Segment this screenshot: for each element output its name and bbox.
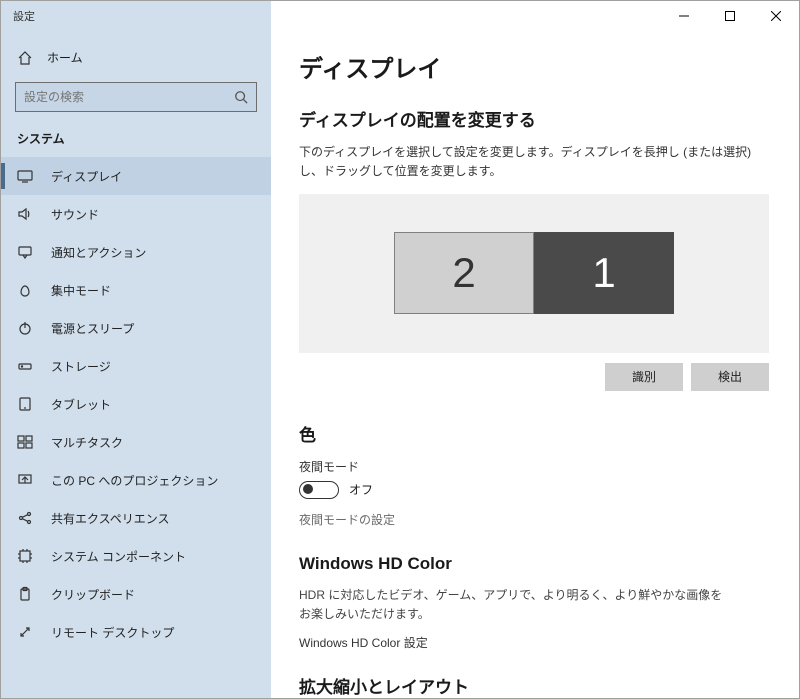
power-icon xyxy=(17,320,33,336)
projection-icon xyxy=(17,472,33,488)
multitask-icon xyxy=(17,434,33,450)
sidebar-item-label: この PC へのプロジェクション xyxy=(51,472,218,489)
sidebar-item-label: ディスプレイ xyxy=(51,168,122,185)
sidebar-item-label: 共有エクスペリエンス xyxy=(51,510,170,527)
sidebar-item-label: マルチタスク xyxy=(51,434,123,451)
window-title: 設定 xyxy=(1,1,271,31)
hdcolor-title: Windows HD Color xyxy=(299,554,769,574)
search-input-container[interactable] xyxy=(15,82,257,112)
display-arrangement-area[interactable]: 21 xyxy=(299,194,769,352)
monitor-2[interactable]: 2 xyxy=(394,232,534,314)
night-mode-toggle[interactable] xyxy=(299,481,339,499)
sidebar-item-shared[interactable]: 共有エクスペリエンス xyxy=(1,499,271,537)
detect-button[interactable]: 検出 xyxy=(691,363,769,391)
display-icon xyxy=(17,168,33,184)
maximize-button[interactable] xyxy=(707,1,753,31)
color-section-title: 色 xyxy=(299,421,769,446)
sidebar-item-label: システム コンポーネント xyxy=(51,548,186,565)
sidebar-item-power[interactable]: 電源とスリープ xyxy=(1,309,271,347)
components-icon xyxy=(17,548,33,564)
night-mode-settings-link[interactable]: 夜間モードの設定 xyxy=(299,511,769,528)
tablet-icon xyxy=(17,396,33,412)
minimize-button[interactable] xyxy=(661,1,707,31)
monitor-1[interactable]: 1 xyxy=(534,232,674,314)
storage-icon xyxy=(17,358,33,374)
sidebar-item-clipboard[interactable]: クリップボード xyxy=(1,575,271,613)
sidebar-item-sound[interactable]: サウンド xyxy=(1,195,271,233)
hdcolor-desc: HDR に対応したビデオ、ゲーム、アプリで、より明るく、より鮮やかな画像をお楽し… xyxy=(299,586,729,624)
sidebar-item-multitask[interactable]: マルチタスク xyxy=(1,423,271,461)
search-input[interactable] xyxy=(24,90,234,104)
sidebar-item-label: ストレージ xyxy=(51,358,111,375)
main-content: ディスプレイ ディスプレイの配置を変更する 下のディスプレイを選択して設定を変更… xyxy=(271,31,799,698)
night-mode-label: 夜間モード xyxy=(299,458,769,475)
sidebar-item-notifications[interactable]: 通知とアクション xyxy=(1,233,271,271)
sidebar-item-focus[interactable]: 集中モード xyxy=(1,271,271,309)
clipboard-icon xyxy=(17,586,33,602)
sidebar-item-components[interactable]: システム コンポーネント xyxy=(1,537,271,575)
shared-icon xyxy=(17,510,33,526)
home-button[interactable]: ホーム xyxy=(1,41,271,74)
hdcolor-settings-link[interactable]: Windows HD Color 設定 xyxy=(299,634,769,651)
arrangement-desc: 下のディスプレイを選択して設定を変更します。ディスプレイを長押し (または選択)… xyxy=(299,143,759,180)
night-mode-state: オフ xyxy=(349,481,373,498)
sidebar-item-remote[interactable]: リモート デスクトップ xyxy=(1,613,271,651)
scale-section-title: 拡大縮小とレイアウト xyxy=(299,673,769,698)
identify-button[interactable]: 識別 xyxy=(605,363,683,391)
notifications-icon xyxy=(17,244,33,260)
sidebar-item-label: サウンド xyxy=(51,206,99,223)
sidebar-item-storage[interactable]: ストレージ xyxy=(1,347,271,385)
page-title: ディスプレイ xyxy=(299,49,769,84)
sidebar-item-label: タブレット xyxy=(51,396,111,413)
home-icon xyxy=(17,50,33,66)
sidebar-item-display[interactable]: ディスプレイ xyxy=(1,157,271,195)
sidebar-item-tablet[interactable]: タブレット xyxy=(1,385,271,423)
focus-icon xyxy=(17,282,33,298)
sidebar: ホーム システム ディスプレイサウンド通知とアクション集中モード電源とスリープス… xyxy=(1,31,271,698)
home-label: ホーム xyxy=(47,49,83,66)
remote-icon xyxy=(17,624,33,640)
sidebar-group-label: システム xyxy=(1,124,271,157)
sidebar-item-projection[interactable]: この PC へのプロジェクション xyxy=(1,461,271,499)
arrangement-title: ディスプレイの配置を変更する xyxy=(299,106,769,131)
sidebar-item-label: 電源とスリープ xyxy=(51,320,134,337)
sound-icon xyxy=(17,206,33,222)
sidebar-item-label: リモート デスクトップ xyxy=(51,624,174,641)
sidebar-item-label: 集中モード xyxy=(51,282,111,299)
search-icon xyxy=(234,90,248,104)
close-button[interactable] xyxy=(753,1,799,31)
sidebar-item-label: 通知とアクション xyxy=(51,244,146,261)
sidebar-item-label: クリップボード xyxy=(51,586,135,603)
